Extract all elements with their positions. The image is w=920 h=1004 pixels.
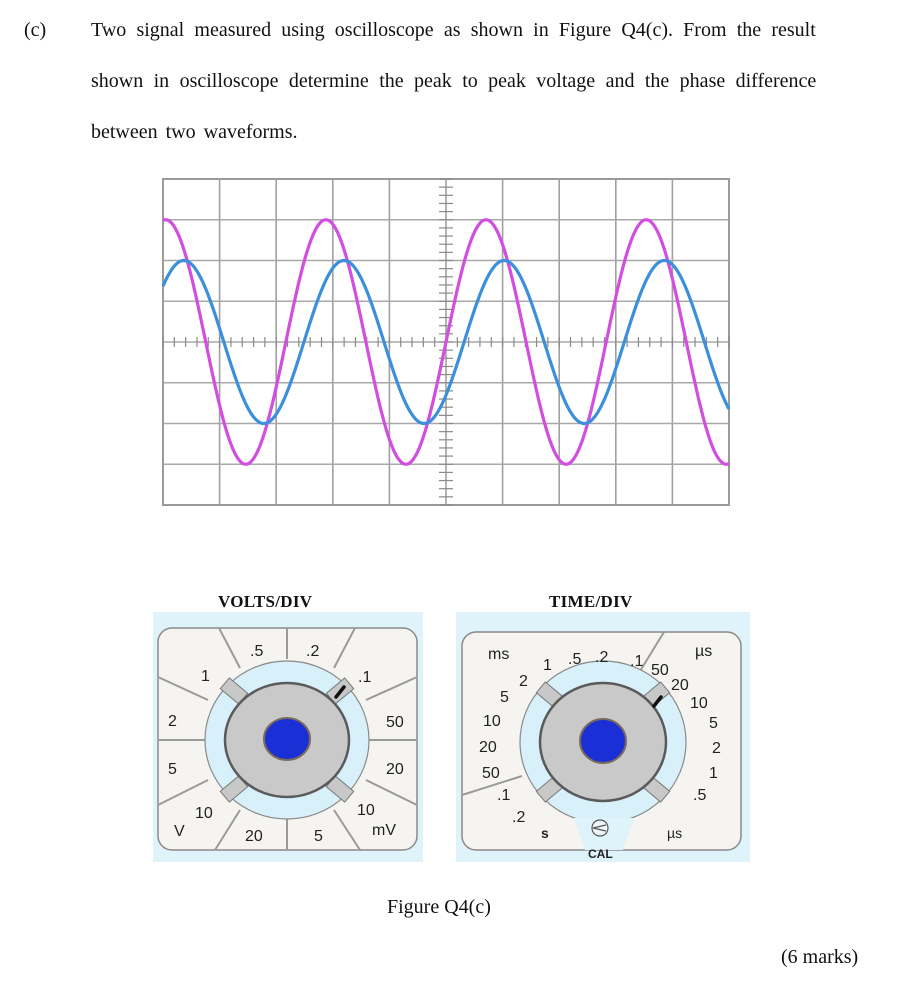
time-label-0.5us: .5 (693, 787, 706, 804)
cal-label: CAL (588, 847, 613, 861)
time-label-10us: 10 (690, 695, 708, 712)
volts-label-10v: 10 (195, 805, 213, 822)
cal-icon (591, 819, 609, 837)
volts-label-50mv: 50 (386, 714, 404, 731)
time-label-2ms: 2 (519, 673, 528, 690)
volts-label-2: 2 (168, 713, 177, 730)
time-unit-us-top: µs (695, 643, 712, 660)
time-label-0.2s: .2 (512, 809, 525, 826)
volts-div-panel: .5 .2 .1 50 20 10 mV 5 20 10 V 5 2 1 (153, 612, 423, 862)
time-label-50us: 50 (651, 662, 669, 679)
volts-label-5: 5 (168, 761, 177, 778)
time-knob-center (579, 718, 627, 764)
volts-label-1: 1 (201, 668, 210, 685)
volts-label-5v: 5 (314, 828, 323, 845)
volts-label-20v: 20 (245, 828, 263, 845)
time-label-0.1s: .1 (497, 787, 510, 804)
volts-label-10mv: 10 (357, 802, 375, 819)
marks-label: (6 marks) (781, 946, 859, 968)
volts-label-0.5: .5 (250, 643, 263, 660)
figure-caption: Figure Q4(c) (387, 896, 491, 918)
volts-knob-center (263, 717, 311, 761)
time-label-2us: 2 (712, 740, 721, 757)
time-label-0.1ms: .1 (630, 653, 643, 670)
volts-label-20mv: 20 (386, 761, 404, 778)
time-label-5ms: 5 (500, 689, 509, 706)
control-panels: .5 .2 .1 50 20 10 mV 5 20 10 V 5 2 1 ms … (153, 612, 750, 862)
time-div-panel: ms 2 1 5 10 20 50 .1 .2 s .5 .2 .1 µs 50… (456, 612, 750, 862)
time-label-10ms: 10 (483, 713, 501, 730)
time-label-50ms: 50 (482, 765, 500, 782)
volts-unit-mv: mV (372, 822, 396, 839)
time-label-5us: 5 (709, 715, 718, 732)
time-unit-us-bottom: µs (667, 825, 682, 841)
time-label-1us: 1 (709, 765, 718, 782)
time-unit-s: s (541, 825, 549, 841)
time-label-20us: 20 (671, 677, 689, 694)
volts-label-0.1: .1 (358, 669, 371, 686)
time-label-0.5ms: .5 (568, 651, 581, 668)
time-unit-ms: ms (488, 646, 509, 663)
volts-unit-v: V (174, 823, 185, 840)
time-label-20ms: 20 (479, 739, 497, 756)
time-label-0.2ms: .2 (595, 649, 608, 666)
time-label-1ms: 1 (543, 657, 552, 674)
volts-label-0.2: .2 (306, 643, 319, 660)
